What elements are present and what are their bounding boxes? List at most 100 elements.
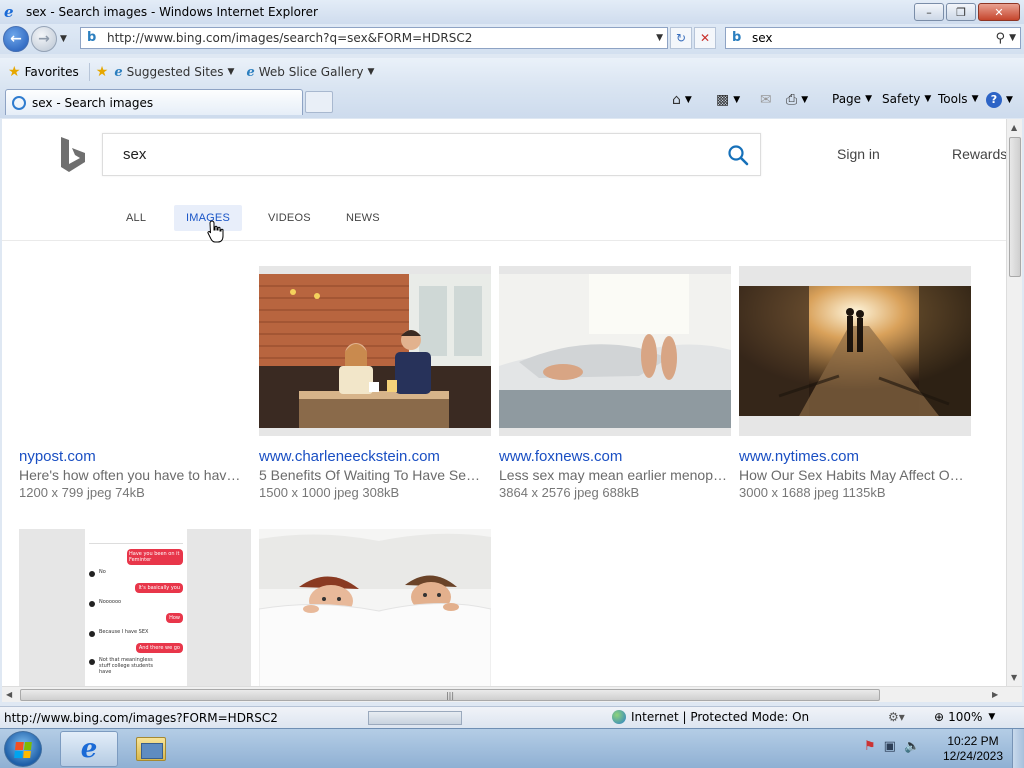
security-zone[interactable]: Internet | Protected Mode: On <box>612 710 809 724</box>
status-url: http://www.bing.com/images?FORM=HDRSC2 <box>4 711 278 725</box>
chevron-down-icon: ▼ <box>971 94 979 104</box>
search-icon[interactable] <box>726 143 750 167</box>
back-button[interactable]: ← <box>3 26 29 52</box>
suggested-sites-button[interactable]: e Suggested Sites ▼ <box>114 65 234 80</box>
scroll-right-icon[interactable]: ▶ <box>992 690 998 699</box>
ie-page-icon: e <box>114 64 123 80</box>
favorites-label: Favorites <box>24 65 79 79</box>
bing-scope-tabs: ALL IMAGES VIDEOS NEWS <box>2 205 1006 241</box>
chat-bubble: And there we go <box>135 643 183 653</box>
tab-videos[interactable]: VIDEOS <box>256 205 323 231</box>
chevron-down-icon: ▼ <box>801 95 809 105</box>
horizontal-scrollbar[interactable]: ◀ ||| ▶ <box>2 686 1022 702</box>
tab-all[interactable]: ALL <box>114 205 158 231</box>
hand-cursor-icon <box>207 220 224 243</box>
tools-menu-label: Tools <box>938 92 968 106</box>
tab-search-images[interactable]: sex - Search images <box>5 89 303 115</box>
taskbar-windows-explorer[interactable] <box>122 731 180 767</box>
chat-bubble: How <box>166 613 183 623</box>
favorites-star-icon: ★ <box>8 64 21 80</box>
bing-search-input[interactable]: sex <box>123 146 726 163</box>
window-controls: – ❐ ✕ <box>914 3 1020 21</box>
read-mail-button[interactable]: ✉ <box>760 92 772 108</box>
result-description[interactable]: Less sex may mean earlier menop… <box>499 467 731 483</box>
page-menu-label: Page <box>832 92 862 106</box>
bing-favicon-icon: b <box>87 30 97 45</box>
zoom-icon: ⊕ <box>934 710 945 724</box>
search-icon[interactable]: ⚲ <box>996 31 1006 46</box>
favorites-button[interactable]: ★ Favorites <box>8 64 79 80</box>
web-page: sex Sign in Rewards ALL IMAGES VIDEOS NE… <box>2 119 1006 686</box>
sign-in-link[interactable]: Sign in <box>837 146 880 162</box>
chevron-down-icon: ▼ <box>988 712 996 722</box>
new-tab-button[interactable] <box>305 91 333 113</box>
result-site[interactable]: www.charleneeckstein.com <box>259 448 440 465</box>
bing-provider-icon: b <box>732 30 742 45</box>
result-description[interactable]: Here's how often you have to hav… <box>19 467 251 483</box>
result-description[interactable]: How Our Sex Habits May Affect O… <box>739 467 971 483</box>
show-desktop-button[interactable] <box>1012 729 1024 768</box>
protected-mode-icon[interactable]: ⚙▾ <box>888 710 905 724</box>
action-center-icon[interactable]: ⚑ <box>864 739 876 754</box>
network-icon[interactable]: ▣ <box>884 739 896 754</box>
web-slice-gallery-button[interactable]: e Web Slice Gallery ▼ <box>246 65 374 80</box>
feeds-button[interactable]: ▩ ▼ <box>716 92 740 108</box>
taskbar: e ⚑ ▣ 🔈 10:22 PM 12/24/2023 <box>0 728 1024 768</box>
minimize-button[interactable]: – <box>914 3 944 21</box>
result-site[interactable]: www.nytimes.com <box>739 448 859 465</box>
progress-bar <box>368 711 462 725</box>
tab-news[interactable]: NEWS <box>334 205 392 231</box>
page-menu[interactable]: Page ▼ <box>832 92 872 106</box>
safety-menu[interactable]: Safety ▼ <box>882 92 931 106</box>
web-slice-gallery-label: Web Slice Gallery <box>258 65 364 79</box>
clock[interactable]: 10:22 PM 12/24/2023 <box>940 734 1006 764</box>
address-url[interactable]: http://www.bing.com/images/search?q=sex&… <box>107 31 656 45</box>
status-bar: http://www.bing.com/images?FORM=HDRSC2 I… <box>0 706 1024 728</box>
tab-label: sex - Search images <box>32 95 154 110</box>
add-to-favorites-bar-icon[interactable]: ★ <box>96 64 109 80</box>
home-button[interactable]: ⌂ ▼ <box>672 92 692 108</box>
safety-menu-label: Safety <box>882 92 921 106</box>
help-button[interactable]: ? ▼ <box>986 92 1013 108</box>
vertical-scrollbar[interactable]: ▲ ▼ <box>1006 119 1022 686</box>
maximize-button[interactable]: ❐ <box>946 3 976 21</box>
result-thumbnail[interactable] <box>739 266 971 436</box>
result-thumbnail[interactable] <box>19 266 251 436</box>
search-provider-dropdown-icon[interactable]: ▼ <box>1009 33 1016 43</box>
result-site[interactable]: www.foxnews.com <box>499 448 622 465</box>
scroll-down-icon[interactable]: ▼ <box>1011 673 1017 682</box>
folder-icon <box>136 737 166 761</box>
bing-search-box[interactable]: sex <box>102 133 761 176</box>
result-thumbnail[interactable] <box>499 266 731 436</box>
horizontal-scroll-thumb[interactable]: ||| <box>20 689 880 701</box>
zoom-control[interactable]: ⊕ 100% ▼ <box>934 710 995 724</box>
tools-menu[interactable]: Tools ▼ <box>938 92 978 106</box>
address-bar[interactable]: b http://www.bing.com/images/search?q=se… <box>80 27 668 49</box>
refresh-button[interactable]: ↻ <box>670 27 692 49</box>
browser-search-box[interactable]: b sex ⚲ ▼ <box>725 27 1021 49</box>
start-button[interactable] <box>4 731 42 767</box>
address-dropdown-icon[interactable]: ▼ <box>656 33 663 43</box>
bing-logo-icon[interactable] <box>58 135 88 175</box>
result-description[interactable]: 5 Benefits Of Waiting To Have Se… <box>259 467 491 483</box>
forward-button[interactable]: → <box>31 26 57 52</box>
browser-search-query[interactable]: sex <box>752 31 996 45</box>
result-site[interactable]: nypost.com <box>19 448 96 465</box>
close-button[interactable]: ✕ <box>978 3 1020 21</box>
vertical-scroll-thumb[interactable] <box>1009 137 1021 277</box>
zoom-level: 100% <box>948 710 983 724</box>
volume-icon[interactable]: 🔈 <box>904 739 920 754</box>
print-button[interactable]: ⎙ ▼ <box>786 92 808 108</box>
rewards-link[interactable]: Rewards <box>952 146 1006 162</box>
recent-pages-dropdown-icon[interactable]: ▼ <box>60 34 67 44</box>
scroll-left-icon[interactable]: ◀ <box>6 690 12 699</box>
title-bar: e sex - Search images - Windows Internet… <box>0 0 1024 24</box>
taskbar-internet-explorer[interactable]: e <box>60 731 118 767</box>
scroll-up-icon[interactable]: ▲ <box>1011 123 1017 132</box>
result-thumbnail[interactable]: Have you been on it Feminter No It's bas… <box>19 529 251 686</box>
result-thumbnail[interactable] <box>259 266 491 436</box>
stop-button[interactable]: ✕ <box>694 27 716 49</box>
result-thumbnail[interactable] <box>259 529 491 686</box>
result-meta: 3000 x 1688 jpeg 1135kB <box>739 485 886 500</box>
globe-icon <box>612 710 626 724</box>
